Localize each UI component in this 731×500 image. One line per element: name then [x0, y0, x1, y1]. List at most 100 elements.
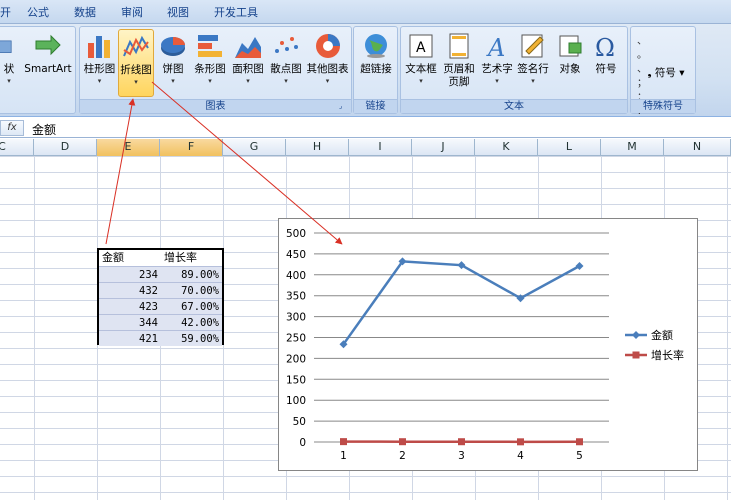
column-chart-label: 柱形图: [83, 63, 116, 75]
growth-rate-cell[interactable]: 67.00%: [161, 299, 222, 315]
legend-marker: [632, 331, 640, 339]
textbox-icon: A: [409, 34, 433, 58]
column-header-n[interactable]: N: [664, 139, 731, 156]
symbol-button[interactable]: Ω 符号: [589, 29, 623, 97]
bar-chart-icon: [198, 35, 222, 57]
chevron-down-icon: ▾: [675, 67, 685, 79]
line-chart-label: 折线图: [120, 64, 152, 76]
x-tick-label: 3: [458, 450, 465, 462]
special-symbol-button[interactable]: ❟ 符号 ▾: [639, 67, 693, 83]
signature-line-button[interactable]: 签名行 ▾: [515, 29, 551, 97]
column-header-g[interactable]: G: [223, 139, 286, 156]
data-point: [458, 438, 465, 446]
wordart-button[interactable]: A 艺术字 ▾: [479, 29, 515, 97]
bar-chart-button[interactable]: 条形图 ▾: [191, 29, 229, 97]
punctuation-grid[interactable]: 、 。 、； ： ？: [637, 35, 693, 117]
other-charts-button[interactable]: 其他图表 ▾: [305, 29, 350, 97]
fx-button[interactable]: fx: [0, 120, 24, 136]
tab-review[interactable]: 审阅: [121, 4, 143, 20]
svg-text:A: A: [416, 40, 426, 56]
special-symbols-group: 、 。 、； ： ？ ❟ 符号 ▾ 特殊符号: [630, 26, 696, 117]
table-row: 423 67.00%: [99, 298, 222, 314]
excel-window: 开 公式 数据 审阅 视图 开发工具 状 ▾ SmartArt 柱形图 ▾ 折线…: [0, 0, 731, 500]
y-tick-label: 350: [286, 291, 306, 303]
y-tick-label: 300: [286, 312, 306, 324]
column-chart-button[interactable]: 柱形图 ▾: [81, 29, 118, 97]
header-amount[interactable]: 金额: [99, 250, 161, 266]
amount-cell[interactable]: 432: [99, 283, 161, 299]
illustrations-group: 状 ▾ SmartArt: [0, 26, 76, 114]
line-chart-button[interactable]: 折线图 ▾: [118, 29, 154, 97]
smartart-label: SmartArt: [24, 63, 72, 75]
chevron-down-icon: ▾: [208, 77, 212, 85]
column-header-m[interactable]: M: [601, 139, 664, 156]
formula-input[interactable]: 金额: [32, 121, 56, 138]
y-tick-label: 200: [286, 353, 306, 365]
chevron-down-icon: ▾: [246, 77, 250, 85]
area-chart-icon: [235, 37, 261, 58]
column-header-l[interactable]: L: [538, 139, 601, 156]
column-header-i[interactable]: I: [349, 139, 412, 156]
data-point: [517, 438, 524, 446]
line-chart[interactable]: 0 50 100 150 200 250 300 350 400 450 500 1 2 3 4 5 金额 增长率: [278, 218, 698, 471]
y-tick-label: 50: [293, 416, 306, 428]
amount-cell[interactable]: 423: [99, 299, 161, 315]
amount-cell[interactable]: 234: [99, 267, 161, 283]
dialog-launcher-icon[interactable]: ⌟: [339, 102, 348, 111]
charts-group-label: 图表: [80, 99, 351, 113]
textbox-button[interactable]: A 文本框 ▾: [403, 29, 439, 97]
y-tick-label: 400: [286, 270, 306, 282]
header-footer-label: 页眉和 页脚: [443, 63, 475, 88]
x-tick-label: 2: [399, 450, 406, 462]
amount-cell[interactable]: 344: [99, 315, 161, 331]
tab-data[interactable]: 数据: [74, 4, 96, 20]
column-header-c[interactable]: C: [0, 139, 34, 156]
shapes-label: 状: [3, 63, 15, 75]
selected-data-range[interactable]: 金额 增长率 234 89.00% 432 70.00% 423 67.00% …: [97, 248, 224, 347]
column-header-j[interactable]: J: [412, 139, 475, 156]
chevron-down-icon: ▾: [495, 77, 499, 85]
legend-label: 金额: [651, 328, 673, 342]
shapes-button[interactable]: 状 ▾: [0, 29, 21, 97]
scatter-chart-button[interactable]: 散点图 ▾: [267, 29, 305, 97]
text-group: A 文本框 ▾ 页眉和 页脚 A 艺术字 ▾ 签名行 ▾ 对象 Ω 符号 文本: [400, 26, 628, 114]
growth-rate-cell[interactable]: 89.00%: [161, 267, 222, 283]
text-group-label: 文本: [401, 99, 627, 113]
pie-chart-button[interactable]: 饼图 ▾: [156, 29, 190, 97]
pie-chart-icon: [161, 37, 185, 56]
tab-view[interactable]: 视图: [167, 4, 189, 20]
object-button[interactable]: 对象: [553, 29, 587, 97]
header-footer-icon: [449, 33, 469, 59]
growth-rate-cell[interactable]: 70.00%: [161, 283, 222, 299]
scatter-chart-label: 散点图: [270, 63, 302, 75]
ribbon-tab-bar: 开 公式 数据 审阅 视图 开发工具: [0, 0, 731, 24]
smartart-button[interactable]: SmartArt: [23, 29, 73, 97]
area-chart-button[interactable]: 面积图 ▾: [229, 29, 267, 97]
symbol-label: 符号: [595, 63, 617, 75]
comma-icon: ❟: [647, 67, 655, 79]
header-footer-button[interactable]: 页眉和 页脚: [441, 29, 477, 97]
chevron-down-icon: ▾: [325, 77, 330, 85]
x-tick-label: 4: [517, 450, 524, 462]
column-header-f[interactable]: F: [160, 139, 223, 156]
y-tick-label: 150: [286, 374, 306, 386]
omega-icon: Ω: [595, 34, 615, 61]
tab-formulas[interactable]: 公式: [27, 4, 49, 20]
header-growth-rate[interactable]: 增长率: [161, 250, 222, 266]
column-header-e[interactable]: E: [97, 139, 160, 156]
column-header-h[interactable]: H: [286, 139, 349, 156]
legend-marker: [632, 351, 640, 359]
tab-developer[interactable]: 开发工具: [214, 4, 258, 20]
growth-rate-cell[interactable]: 42.00%: [161, 315, 222, 331]
hyperlink-button[interactable]: 超链接: [356, 29, 396, 97]
donut-chart-icon: [315, 34, 340, 58]
tab-partial[interactable]: 开: [0, 4, 11, 20]
column-header-d[interactable]: D: [34, 139, 97, 156]
chevron-down-icon: ▾: [531, 77, 535, 85]
data-point: [399, 438, 406, 446]
y-tick-label: 100: [286, 395, 306, 407]
growth-rate-cell[interactable]: 59.00%: [161, 331, 222, 347]
chevron-down-icon: ▾: [419, 77, 423, 85]
column-header-k[interactable]: K: [475, 139, 538, 156]
amount-cell[interactable]: 421: [99, 331, 161, 347]
